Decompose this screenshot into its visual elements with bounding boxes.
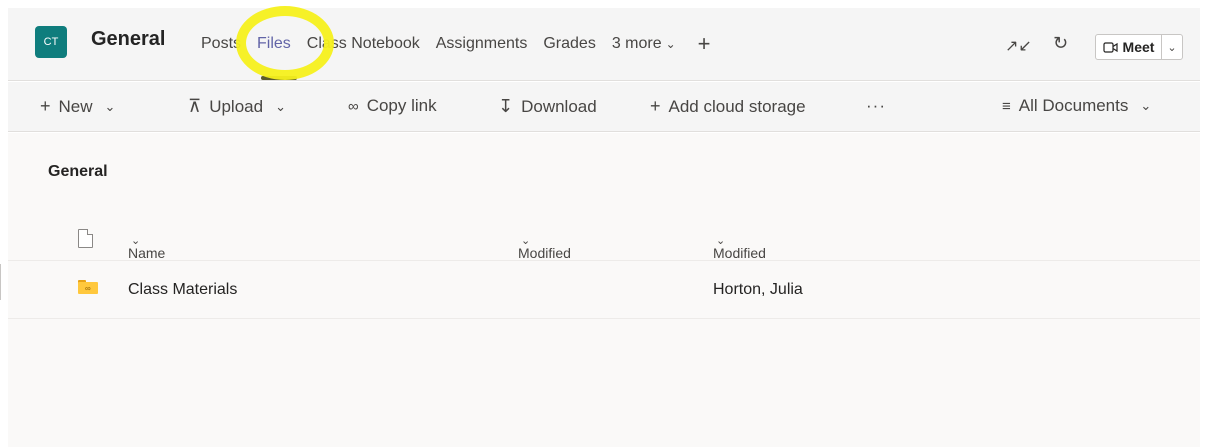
expand-icon[interactable]: ↗↙ [1005,36,1032,56]
download-icon: ↧ [498,96,514,116]
files-toolbar: + New ⌄ ⊼ Upload ⌄ ∞ Copy link ↧ Downloa… [8,82,1200,132]
link-icon: ∞ [348,97,359,115]
refresh-icon[interactable]: ↻ [1053,33,1068,54]
files-content: General Name⌄ Modified⌄ Modified By⌄ ∞ C… [8,133,1200,447]
video-icon [1102,41,1118,53]
column-header-row: Name⌄ Modified⌄ Modified By⌄ [8,217,1200,277]
table-row[interactable]: ∞ Class Materials Horton, Julia [8,261,1200,319]
more-options-button[interactable]: ··· [866,96,886,116]
upload-icon: ⊼ [188,96,202,116]
add-tab-plus-icon[interactable]: + [698,33,711,55]
meet-now-button[interactable]: Meet [1096,35,1162,59]
chevron-down-icon: ⌄ [104,98,116,114]
plus-icon: + [40,96,51,116]
add-cloud-storage-button[interactable]: + Add cloud storage [650,96,806,117]
column-modified[interactable]: Modified ⌄ [518,231,571,261]
tab-bar: Posts Files Class Notebook Assignments G… [201,33,711,55]
plus-icon: + [650,96,661,116]
view-selector[interactable]: ≡ All Documents ⌄ [1002,96,1151,116]
tab-posts[interactable]: Posts [201,35,241,53]
chevron-down-icon: ⌄ [275,98,286,114]
upload-button[interactable]: ⊼ Upload ⌄ [188,96,286,117]
channel-header: CT General Posts Files Class Notebook As… [8,8,1200,81]
meet-button[interactable]: Meet ⌄ [1095,34,1183,60]
column-modified-by[interactable]: Modified By⌄ [713,231,766,277]
file-modified-by: Horton, Julia [713,281,803,298]
ellipsis-icon: ··· [866,96,886,115]
channel-title: General [91,28,166,50]
team-avatar[interactable]: CT [35,26,67,58]
file-type-icon[interactable] [78,229,93,248]
file-list: Name⌄ Modified⌄ Modified By⌄ ∞ Class Mat… [8,217,1200,319]
filter-lines-icon: ≡ [1002,97,1011,115]
chevron-down-icon: ⌄ [1140,98,1152,113]
new-button[interactable]: + New ⌄ [40,96,115,117]
file-name[interactable]: Class Materials [128,281,237,299]
row-selection-edge [0,264,1,300]
active-tab-indicator [261,76,297,80]
breadcrumb[interactable]: General [48,163,108,181]
download-button[interactable]: ↧ Download [498,96,597,117]
tab-assignments[interactable]: Assignments [436,35,528,53]
tab-more[interactable]: 3 more ⌄ [612,35,676,53]
meet-dropdown-chevron-icon[interactable]: ⌄ [1162,41,1182,54]
tab-class-notebook[interactable]: Class Notebook [307,35,420,53]
shared-folder-icon: ∞ [78,280,98,294]
tab-grades[interactable]: Grades [543,35,595,53]
tab-files[interactable]: Files [257,35,291,53]
copy-link-button[interactable]: ∞ Copy link [348,96,437,116]
column-name[interactable]: Name ⌄ [128,231,165,261]
chevron-down-icon: ⌄ [665,37,676,51]
